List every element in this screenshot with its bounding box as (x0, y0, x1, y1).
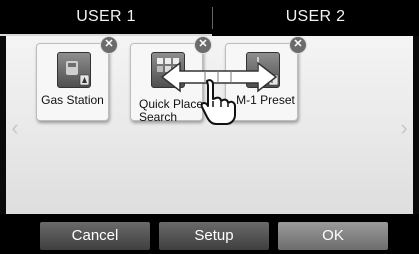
gas-station-icon (57, 52, 91, 88)
remove-shortcut-close-icon[interactable]: ✕ (289, 36, 307, 54)
pointing-hand-icon (200, 79, 236, 125)
ok-button[interactable]: OK (278, 222, 388, 250)
bottom-action-bar: Cancel Setup OK (0, 214, 419, 254)
setup-button[interactable]: Setup (159, 222, 269, 250)
tab-user-1[interactable]: USER 1 (0, 0, 212, 36)
user-tab-bar: USER 1 USER 2 (0, 0, 419, 36)
scroll-right-icon[interactable]: › (398, 116, 410, 140)
screen: USER 1 USER 2 ‹ › Gas Station ✕ Quick Pl… (0, 0, 419, 254)
tab-user-2[interactable]: USER 2 (212, 0, 419, 36)
cancel-button[interactable]: Cancel (40, 222, 150, 250)
shortcut-label: Gas Station (41, 93, 104, 107)
scroll-left-icon[interactable]: ‹ (9, 116, 21, 140)
remove-shortcut-close-icon[interactable]: ✕ (194, 36, 212, 54)
shortcut-tile-gas-station[interactable]: Gas Station ✕ (36, 36, 118, 121)
remove-shortcut-close-icon[interactable]: ✕ (100, 36, 118, 54)
